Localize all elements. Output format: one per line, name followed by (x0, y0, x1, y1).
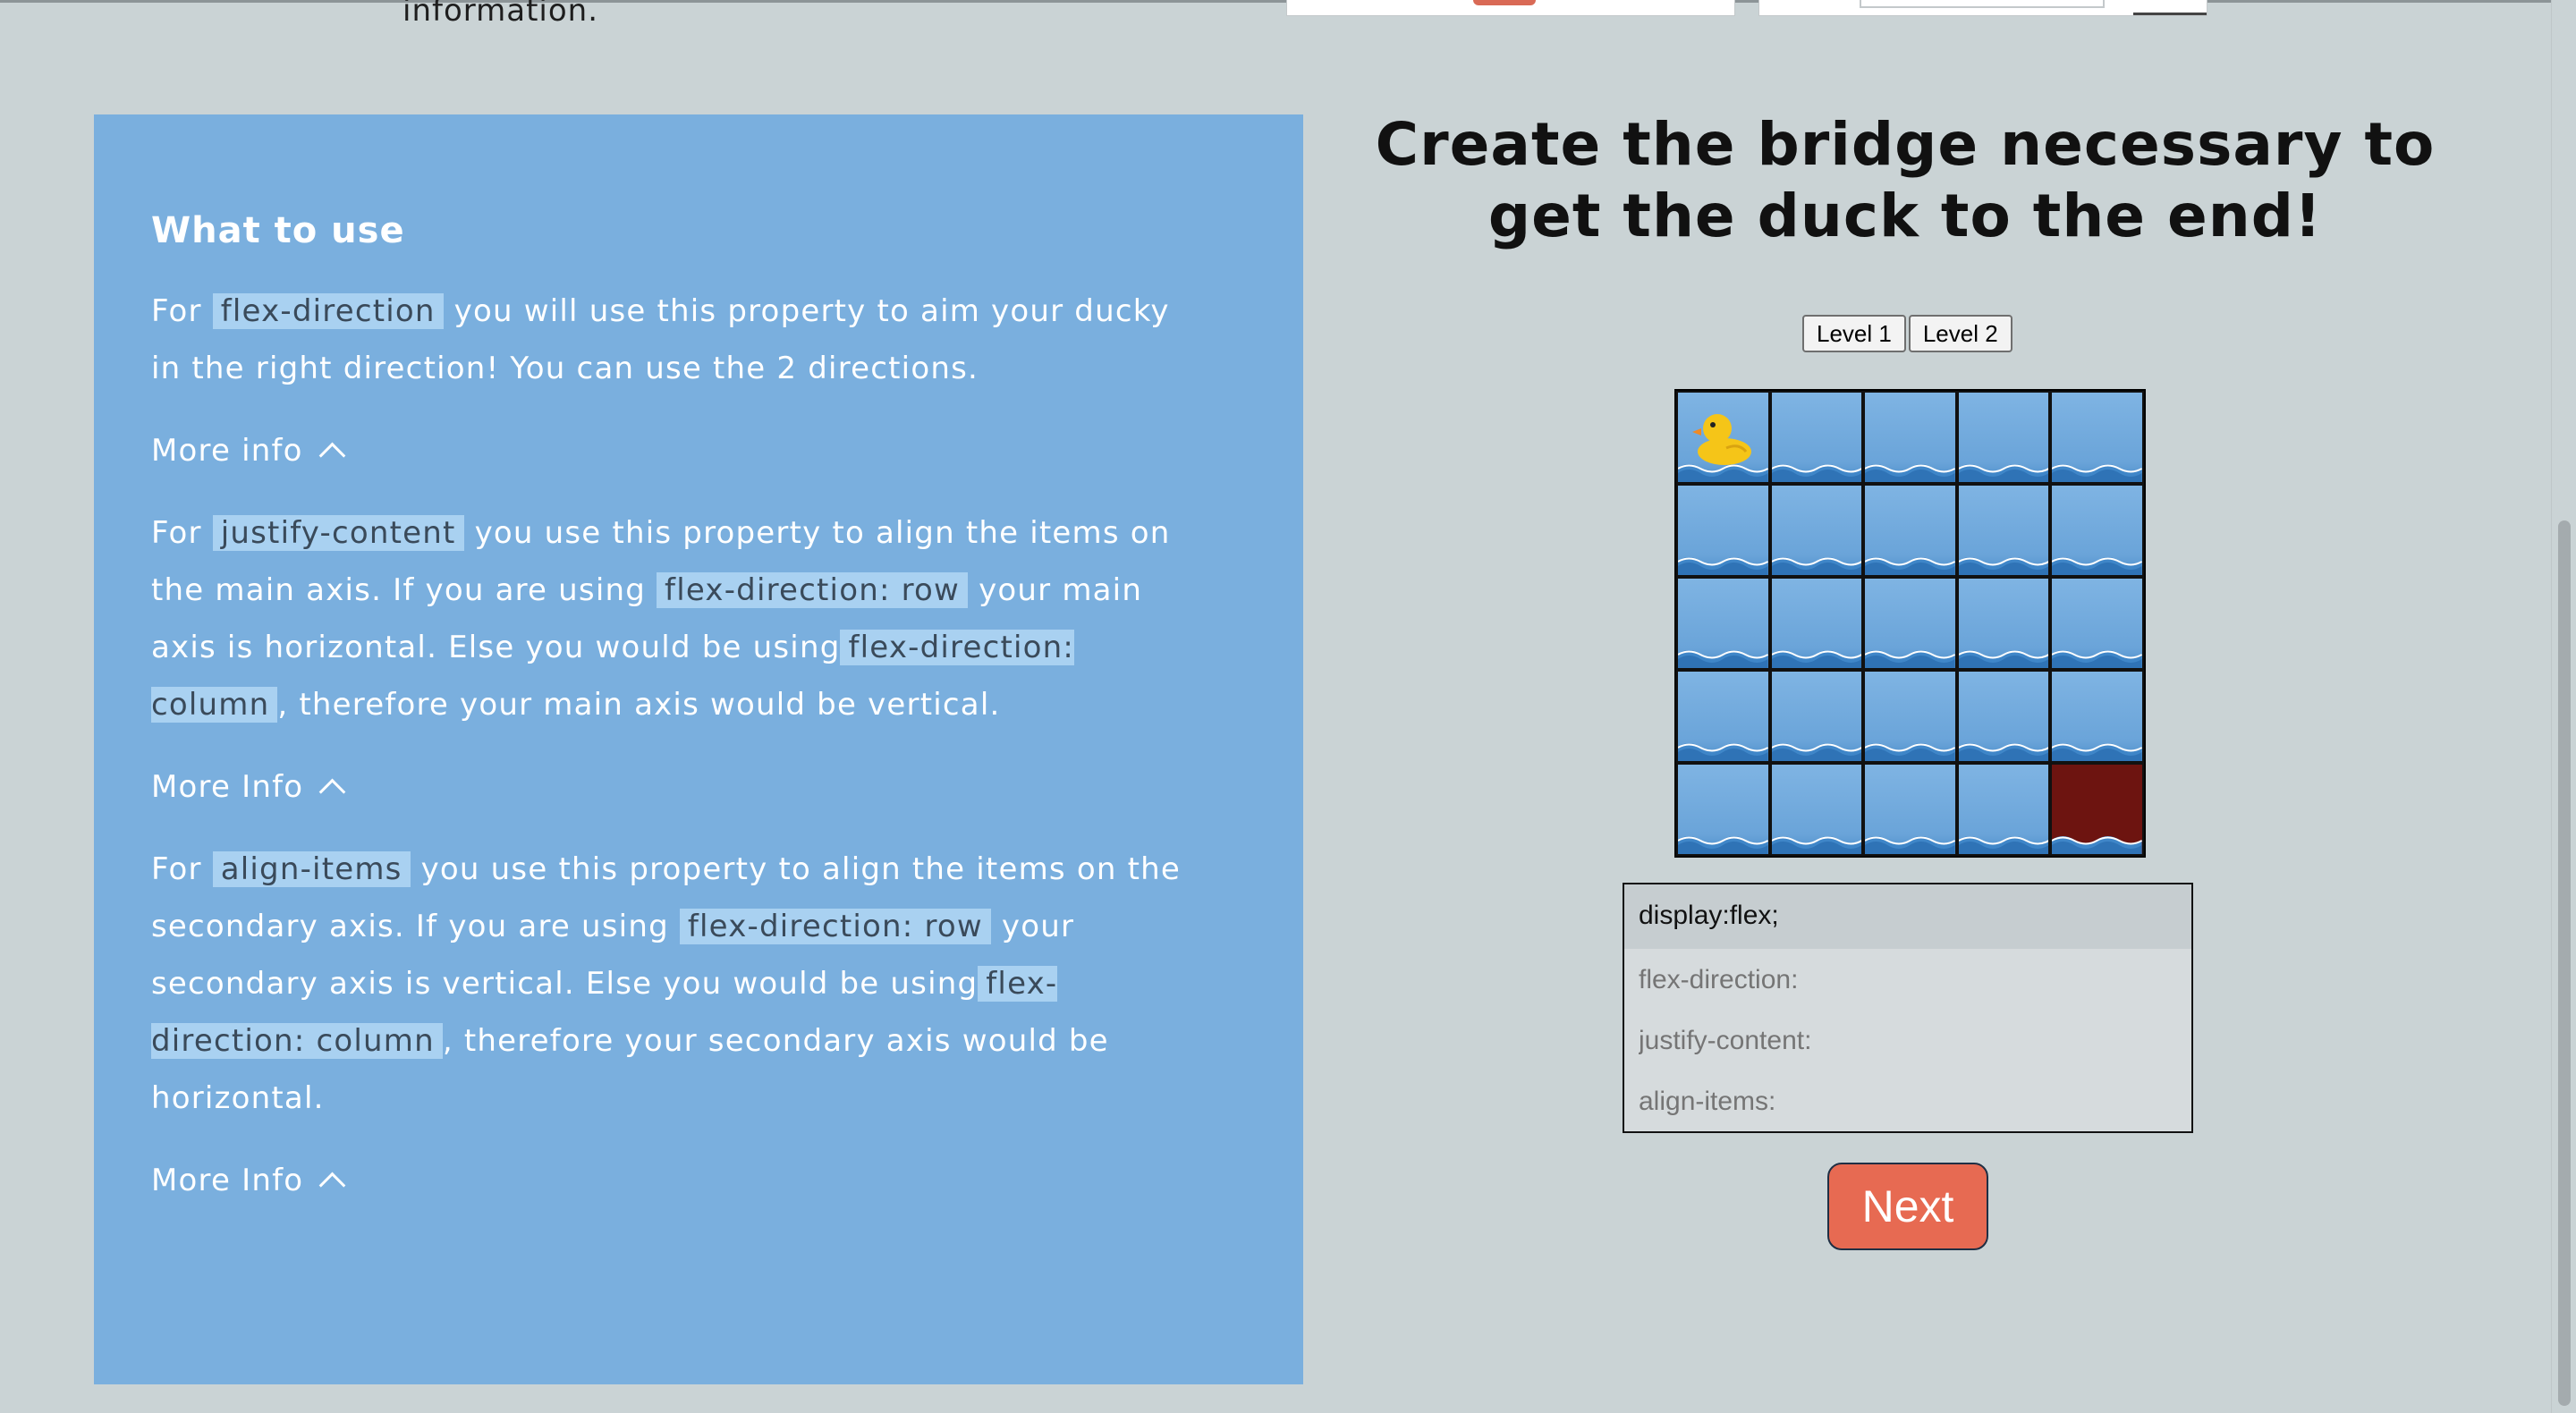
water-cell (2050, 670, 2144, 763)
wave-icon (1865, 836, 1955, 854)
wave-icon (1771, 464, 1862, 482)
duck-cell (1676, 391, 1770, 484)
wave-icon (1865, 464, 1955, 482)
duck-icon (1692, 414, 1751, 465)
more-info-toggle-3[interactable]: More Info (151, 1152, 1246, 1209)
water-cell (1676, 670, 1770, 763)
water-cell (1863, 577, 1957, 670)
more-info-label: More info (151, 433, 303, 469)
game-board (1674, 389, 2146, 858)
water-cell (1676, 484, 1770, 577)
previous-card-underline (2133, 13, 2207, 15)
water-cell (1769, 763, 1864, 856)
water-cell (1863, 484, 1957, 577)
wave-icon (1678, 836, 1768, 854)
css-code-editor: display:flex; (1623, 883, 2193, 1133)
code-flex-direction-row: flex-direction: row (657, 572, 969, 608)
wave-icon (1958, 464, 2049, 482)
code-align-items: align-items (212, 851, 411, 887)
chevron-up-icon (318, 1172, 346, 1198)
water-cell (1676, 763, 1770, 856)
wave-icon (2052, 743, 2142, 761)
panel-title: What to use (151, 210, 405, 251)
wave-icon (1678, 743, 1768, 761)
code-flex-direction-row: flex-direction: row (679, 909, 991, 944)
wave-icon (1865, 557, 1955, 575)
wave-icon (1771, 650, 1862, 668)
game-title: Create the bridge necessary to get the d… (1375, 110, 2436, 250)
chevron-up-icon (318, 442, 346, 469)
code-line-display: display:flex; (1624, 884, 2191, 949)
code-line-justify-content (1624, 1010, 2191, 1072)
water-cell (1956, 670, 2051, 763)
code-justify-content: justify-content (212, 515, 464, 551)
level-selector: Level 1 Level 2 (1802, 315, 2012, 352)
wave-icon (1958, 557, 2049, 575)
code-line-align-items (1624, 1070, 2191, 1133)
water-cell (1769, 670, 1864, 763)
level-2-button[interactable]: Level 2 (1908, 315, 2012, 352)
next-button[interactable]: Next (1827, 1163, 1988, 1250)
water-cell (2050, 391, 2144, 484)
water-cell (1769, 391, 1864, 484)
water-cell (1863, 763, 1957, 856)
water-cell (2050, 577, 2144, 670)
wave-icon (2052, 836, 2142, 854)
wave-icon (1865, 650, 1955, 668)
instructions-panel: What to use For flex-direction you will … (94, 114, 1303, 1384)
text: For (151, 293, 213, 329)
more-info-toggle-1[interactable]: More info (151, 422, 1246, 479)
level-1-button[interactable]: Level 1 (1802, 315, 1906, 352)
justify-content-input[interactable] (1639, 1010, 2137, 1072)
wave-icon (1771, 743, 1862, 761)
code-flex-direction: flex-direction (212, 293, 444, 329)
water-cell (1863, 391, 1957, 484)
water-cell (1956, 391, 2051, 484)
water-cell (1769, 577, 1864, 670)
previous-card-input[interactable] (1860, 0, 2105, 8)
text: For (151, 515, 213, 551)
wave-icon (1678, 557, 1768, 575)
wave-icon (1958, 650, 2049, 668)
wave-icon (1958, 743, 2049, 761)
previous-section-text: information. (402, 0, 599, 29)
wave-icon (2052, 650, 2142, 668)
text: , therefore your main axis would be vert… (277, 687, 1001, 723)
wave-icon (1771, 557, 1862, 575)
scrollbar-thumb[interactable] (2558, 520, 2571, 1406)
water-cell (2050, 484, 2144, 577)
text: For (151, 851, 213, 887)
more-info-label: More Info (151, 1163, 304, 1198)
align-items-input[interactable] (1639, 1070, 2137, 1133)
water-cell (1956, 484, 2051, 577)
wave-icon (2052, 464, 2142, 482)
wave-icon (1865, 743, 1955, 761)
wave-icon (1771, 836, 1862, 854)
water-cell (1769, 484, 1864, 577)
water-cell (1863, 670, 1957, 763)
water-cell (1676, 577, 1770, 670)
align-items-explanation: For align-items you use this property to… (151, 841, 1189, 1127)
wave-icon (2052, 557, 2142, 575)
goal-cell (2050, 763, 2144, 856)
vertical-scrollbar[interactable] (2551, 0, 2576, 1413)
more-info-toggle-2[interactable]: More Info (151, 758, 1246, 816)
previous-card-1 (1286, 0, 1735, 16)
flex-direction-input[interactable] (1639, 949, 2137, 1011)
code-line-flex-direction (1624, 949, 2191, 1011)
water-cell (1956, 577, 2051, 670)
previous-card-2 (1758, 0, 2207, 16)
flex-direction-explanation: For flex-direction you will use this pro… (151, 283, 1189, 397)
water-cell (1956, 763, 2051, 856)
chevron-up-icon (318, 778, 346, 805)
justify-content-explanation: For justify-content you use this propert… (151, 504, 1189, 733)
more-info-label: More Info (151, 769, 304, 805)
wave-icon (1678, 650, 1768, 668)
previous-card-button[interactable] (1473, 0, 1536, 5)
wave-icon (1958, 836, 2049, 854)
